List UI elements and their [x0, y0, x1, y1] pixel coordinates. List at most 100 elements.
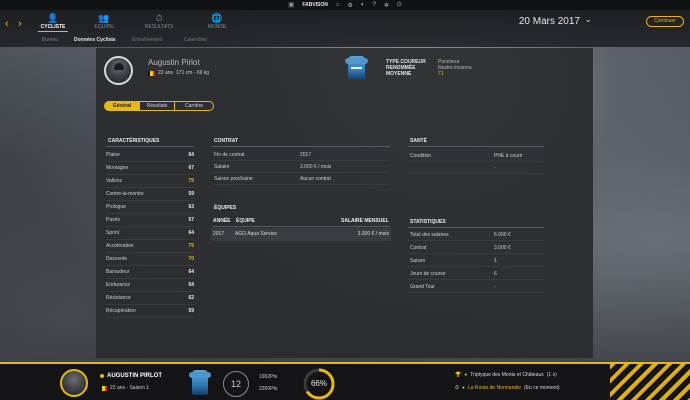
characteristic-row: Accélération 75 [106, 240, 194, 253]
health-condition-label: Condition [410, 153, 432, 159]
subtab-bureau[interactable]: Bureau [42, 37, 58, 43]
teams-header-salary: SALAIRE MENSUEL [341, 218, 389, 224]
tab-carriere[interactable]: Carrière [174, 101, 214, 111]
characteristics-title: CARACTÉRISTIQUES [108, 138, 160, 144]
points-secondary: 2200Pts [259, 386, 278, 392]
gamepad-icon[interactable]: ⚙ [348, 2, 353, 9]
tab-resultats-label: RESULTATS [144, 24, 174, 30]
continue-button[interactable]: Continuer [646, 16, 684, 27]
characteristic-row: Contre-la-montre 59 [106, 188, 194, 201]
characteristic-value: 64 [188, 269, 194, 275]
health-condition-value: PHE à courir [494, 153, 523, 159]
gear-icon[interactable]: ✲ [384, 2, 389, 9]
characteristic-row: Prologue 63 [106, 201, 194, 214]
bottom-rider-name-text: AUGUSTIN PIRLOT [107, 373, 162, 379]
statistics-row: Grand Tour - [408, 281, 544, 293]
characteristic-value: 59 [188, 308, 194, 314]
statistics-value: 3.000 € [494, 245, 511, 251]
health-extra-value: - [494, 165, 496, 171]
characteristic-label: Prologue [106, 204, 127, 210]
characteristic-value: 64 [188, 230, 194, 236]
race-item-1[interactable]: 🏆 ● Triptyque des Monts et Châteaux (1 s… [455, 372, 557, 378]
contract-label: Saison prochaine [214, 176, 253, 182]
contract-value: 2017 [300, 152, 312, 158]
main-nav: ‹ › 👤 CYCLISTE 👥 EQUIPE ⏱ RESULTATS 🌐 MO… [0, 10, 690, 47]
characteristic-row: Endurance 64 [106, 279, 194, 292]
belgium-flag-icon [148, 70, 155, 76]
statistics-row: Jours de course 6 [408, 268, 544, 280]
health-extra-row: - [408, 162, 544, 174]
characteristic-value: 64 [188, 152, 194, 158]
characteristic-label: Montagne [106, 165, 129, 171]
average-label: MOYENNE [386, 71, 412, 77]
race-1-time: (1 s) [546, 372, 557, 378]
characteristic-label: Accélération [106, 243, 134, 249]
race-2-time: (En ce moment) [524, 385, 560, 391]
current-date: 20 Mars 2017 [518, 16, 580, 27]
decorative-stripes [610, 364, 690, 400]
characteristic-value: 64 [188, 282, 194, 288]
statistics-value: - [494, 284, 496, 290]
characteristic-value: 57 [188, 217, 194, 223]
rider-number: 12 [223, 371, 249, 397]
bottom-bar: AUGUSTIN PIRLOT 22 ans - Saison 1 12 190… [0, 362, 690, 400]
statistics-label: Total des salaires [410, 232, 449, 238]
back-arrow-icon[interactable]: ‹ [5, 18, 9, 30]
tab-equipe[interactable]: 👥 EQUIPE [84, 13, 124, 30]
top-bar: ▣ FABVISON ⌂ ⚙ ◐ ? ✲ ⏻ [0, 0, 690, 10]
characteristic-label: Sprint [106, 230, 120, 236]
condition-gauge: 66% [302, 367, 336, 400]
subtab-calendrier[interactable]: Calendrier [184, 37, 207, 43]
gauge-label: 66% [310, 379, 327, 388]
forward-arrow-icon[interactable]: › [18, 18, 22, 30]
avatar[interactable] [60, 369, 88, 397]
person-icon: 👤 [47, 13, 59, 23]
home-icon[interactable]: ⌂ [336, 2, 340, 8]
characteristic-row: Résistance 62 [106, 292, 194, 305]
teams-header-team: ÉQUIPE [236, 218, 255, 224]
statistics-label: Jours de course [410, 271, 446, 277]
people-icon: 👥 [98, 13, 110, 23]
characteristic-label: Résistance [106, 295, 131, 301]
race-item-2[interactable]: ⏱ ● La Route de Normandie (En ce moment) [455, 385, 560, 391]
table-row[interactable]: 2017 AGO Aqua Service 3.000 € / mois [211, 228, 391, 241]
characteristic-label: Baroudeur [106, 269, 130, 275]
tab-resultats-profile[interactable]: Résultats [139, 101, 175, 111]
teams-title: ÉQUIPES [214, 205, 237, 211]
team-jersey-icon [189, 370, 211, 395]
characteristic-row: Descente 70 [106, 253, 194, 266]
characteristic-value: 67 [188, 165, 194, 171]
statistics-value: 1 [494, 258, 497, 264]
characteristic-row: Sprint 64 [106, 227, 194, 240]
characteristic-value: 62 [188, 295, 194, 301]
contract-row: Saison prochaine Aucun contrat [212, 173, 390, 185]
divider [212, 146, 390, 147]
characteristic-label: Plaine [106, 152, 120, 158]
power-icon[interactable]: ⏻ [397, 2, 402, 9]
subtab-entrainement[interactable]: Entraînement [132, 37, 162, 43]
status-dot-icon [100, 374, 104, 378]
contract-row: Fin de contrat 2017 [212, 149, 390, 161]
contract-label: Salaire [214, 164, 230, 170]
characteristic-label: Pavés [106, 217, 120, 223]
toggle-icon[interactable]: ◐ [361, 2, 365, 8]
tab-resultats[interactable]: ⏱ RESULTATS [139, 13, 179, 30]
help-icon[interactable]: ? [373, 2, 376, 8]
tab-monde[interactable]: 🌐 MONDE [197, 13, 237, 30]
tab-general[interactable]: Général [104, 101, 140, 111]
menu-icon[interactable]: ▣ [288, 2, 295, 8]
statistics-row: Total des salaires 6.000 € [408, 229, 544, 241]
race-1-name: Triptyque des Monts et Châteaux [470, 372, 544, 378]
tab-cycliste[interactable]: 👤 CYCLISTE [33, 13, 73, 32]
divider [212, 226, 390, 227]
profile-tabs: Général Résultats Carrière [104, 101, 214, 111]
subtab-donnees-cycliste[interactable]: Données Cycliste [74, 37, 116, 43]
characteristic-value: 75 [188, 178, 194, 184]
stopwatch-icon: ⏱ [155, 13, 163, 23]
characteristic-label: Contre-la-montre [106, 191, 144, 197]
characteristic-row: Montagne 67 [106, 162, 194, 175]
chevron-down-icon[interactable]: ⌄ [584, 14, 592, 25]
contract-title: CONTRAT [214, 138, 239, 144]
points-primary: 1902Pts [259, 374, 278, 380]
globe-icon: 🌐 [211, 13, 223, 23]
